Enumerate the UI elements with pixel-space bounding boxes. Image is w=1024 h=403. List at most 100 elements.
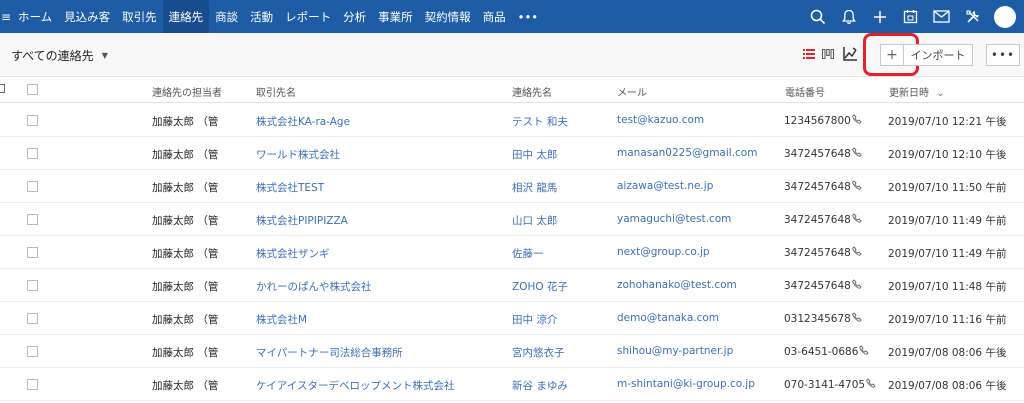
email-link[interactable]: shihou@my-partner.jp xyxy=(617,345,733,357)
settings-icon[interactable] xyxy=(957,0,988,33)
row-checkbox[interactable] xyxy=(27,115,38,126)
account-link[interactable]: 株式会社ザンギ xyxy=(256,246,330,261)
phone-icon[interactable] xyxy=(852,246,862,256)
phone-cell[interactable]: 3472457648 xyxy=(784,147,862,160)
email-link[interactable]: yamaguchi@test.com xyxy=(617,213,731,225)
row-checkbox[interactable] xyxy=(27,148,38,159)
account-link[interactable]: 株式会社KA-ra-Age xyxy=(256,114,350,129)
phone-icon[interactable] xyxy=(852,213,862,223)
header-account[interactable]: 取引先名 xyxy=(256,84,296,99)
nav-item[interactable]: 見込み客 xyxy=(58,0,116,33)
calendar-icon[interactable] xyxy=(895,0,926,33)
mail-icon[interactable] xyxy=(926,0,957,33)
bell-icon[interactable] xyxy=(833,0,864,33)
phone-cell[interactable]: 0312345678 xyxy=(784,312,862,325)
phone-icon[interactable] xyxy=(852,279,862,289)
create-contact-button[interactable]: + xyxy=(880,44,904,66)
contact-link[interactable]: ZOHO 花子 xyxy=(512,279,568,294)
nav-more-button[interactable]: ••• xyxy=(512,0,544,33)
table-row[interactable]: 加藤太郎 （管 株式会社TEST 相沢 龍馬 aizawa@test.ne.jp 347… xyxy=(0,170,1024,203)
email-link[interactable]: m-shintani@ki-group.co.jp xyxy=(617,378,755,390)
contact-link[interactable]: 新谷 まゆみ xyxy=(512,378,568,393)
contact-link[interactable]: 田中 太郎 xyxy=(512,147,557,162)
table-row[interactable]: 加藤太郎 （管 マイパートナー司法総合事務所 宮内悠衣子 shihou@my-part… xyxy=(0,335,1024,368)
account-link[interactable]: ワールド株式会社 xyxy=(256,147,340,162)
view-label: すべての連絡先 xyxy=(11,49,94,63)
kanban-view-icon[interactable] xyxy=(820,45,836,63)
email-link[interactable]: manasan0225@gmail.com xyxy=(617,147,757,159)
table-row[interactable]: 加藤太郎 （管 株式会社KA-ra-Age テスト 和夫 test@kazuo.com… xyxy=(0,104,1024,137)
nav-item[interactable]: 分析 xyxy=(337,0,372,33)
phone-icon[interactable] xyxy=(866,378,876,388)
phone-cell[interactable]: 1234567800 xyxy=(784,114,862,127)
email-link[interactable]: demo@tanaka.com xyxy=(617,312,719,324)
phone-cell[interactable]: 03-6451-0686 xyxy=(784,345,870,358)
phone-icon[interactable] xyxy=(852,180,862,190)
header-phone[interactable]: 電話番号 xyxy=(785,84,825,99)
table-row[interactable]: 加藤太郎 （管 株式会社PIPIPIZZA 山口 太郎 yamaguchi@test.… xyxy=(0,203,1024,236)
account-link[interactable]: 株式会社M xyxy=(256,312,307,327)
list-view-icon[interactable] xyxy=(801,45,817,63)
search-icon[interactable] xyxy=(802,0,833,33)
phone-icon[interactable] xyxy=(859,345,870,355)
phone-icon[interactable] xyxy=(852,147,862,157)
contact-link[interactable]: テスト 和夫 xyxy=(512,114,568,129)
menu-icon[interactable]: ≡ xyxy=(0,0,12,33)
select-all-checkbox[interactable] xyxy=(27,84,38,95)
table-row[interactable]: 加藤太郎 （管 株式会社M 田中 涼介 demo@tanaka.com 03123456… xyxy=(0,302,1024,335)
nav-item[interactable]: 商談 xyxy=(209,0,244,33)
account-link[interactable]: マイパートナー司法総合事務所 xyxy=(256,345,403,360)
contact-link[interactable]: 山口 太郎 xyxy=(512,213,557,228)
contact-link[interactable]: 相沢 龍馬 xyxy=(512,180,557,195)
email-link[interactable]: zohohanako@test.com xyxy=(617,279,737,291)
column-settings-icon[interactable] xyxy=(0,84,5,93)
phone-cell[interactable]: 070-3141-4705 xyxy=(784,378,876,391)
plus-icon[interactable] xyxy=(864,0,895,33)
row-checkbox[interactable] xyxy=(27,379,38,390)
nav-item[interactable]: 連絡先 xyxy=(162,0,210,33)
row-checkbox[interactable] xyxy=(27,346,38,357)
table-row[interactable]: 加藤太郎 （管 かれーのぱんや株式会社 ZOHO 花子 zohohanako@test… xyxy=(0,269,1024,302)
email-link[interactable]: aizawa@test.ne.jp xyxy=(617,180,713,192)
nav-item[interactable]: 事業所 xyxy=(372,0,419,33)
nav-item[interactable]: ホーム xyxy=(12,0,58,33)
row-checkbox[interactable] xyxy=(27,313,38,324)
header-email[interactable]: メール xyxy=(617,84,647,99)
import-button[interactable]: インポート xyxy=(903,44,973,66)
header-updated[interactable]: 更新日時 ⌄ xyxy=(889,84,945,99)
row-checkbox[interactable] xyxy=(27,247,38,258)
header-contact[interactable]: 連絡先名 xyxy=(512,84,552,99)
phone-icon[interactable] xyxy=(852,114,862,124)
row-checkbox[interactable] xyxy=(27,181,38,192)
account-link[interactable]: かれーのぱんや株式会社 xyxy=(256,279,372,294)
account-link[interactable]: ケイアイスターデベロップメント株式会社 xyxy=(256,378,454,393)
phone-cell[interactable]: 3472457648 xyxy=(784,213,862,226)
table-row[interactable]: 加藤太郎 （管 ワールド株式会社 田中 太郎 manasan0225@gmail.co… xyxy=(0,137,1024,170)
account-link[interactable]: 株式会社PIPIPIZZA xyxy=(256,213,348,228)
account-link[interactable]: 株式会社TEST xyxy=(256,180,324,195)
contact-link[interactable]: 佐藤一 xyxy=(512,246,544,261)
contact-link[interactable]: 宮内悠衣子 xyxy=(512,345,565,360)
view-selector[interactable]: すべての連絡先 ▼ xyxy=(11,47,108,64)
header-owner[interactable]: 連絡先の担当者 xyxy=(152,84,222,99)
row-checkbox[interactable] xyxy=(27,280,38,291)
phone-cell[interactable]: 3472457648 xyxy=(784,279,862,292)
nav-item[interactable]: レポート xyxy=(279,0,337,33)
table-row[interactable]: 加藤太郎 （管 株式会社ザンギ 佐藤一 next@group.co.jp 3472457… xyxy=(0,236,1024,269)
nav-item[interactable]: 商品 xyxy=(477,0,512,33)
more-actions-button[interactable]: ••• xyxy=(986,44,1020,66)
email-link[interactable]: next@group.co.jp xyxy=(617,246,710,258)
email-link[interactable]: test@kazuo.com xyxy=(617,114,704,126)
nav-items: ホーム 見込み客 取引先 連絡先 商談 活動 レポート 分析 事業所 契約情報 商品 ••• xyxy=(12,0,544,33)
phone-cell[interactable]: 3472457648 xyxy=(784,246,862,259)
phone-cell[interactable]: 3472457648 xyxy=(784,180,862,193)
chart-view-icon[interactable] xyxy=(842,45,858,63)
avatar[interactable] xyxy=(994,5,1016,28)
contact-link[interactable]: 田中 涼介 xyxy=(512,312,557,327)
nav-item[interactable]: 契約情報 xyxy=(419,0,477,33)
table-row[interactable]: 加藤太郎 （管 ケイアイスターデベロップメント株式会社 新谷 まゆみ m-shinta… xyxy=(0,368,1024,401)
nav-item[interactable]: 取引先 xyxy=(116,0,163,33)
phone-icon[interactable] xyxy=(852,312,862,322)
nav-item[interactable]: 活動 xyxy=(244,0,279,33)
row-checkbox[interactable] xyxy=(27,214,38,225)
